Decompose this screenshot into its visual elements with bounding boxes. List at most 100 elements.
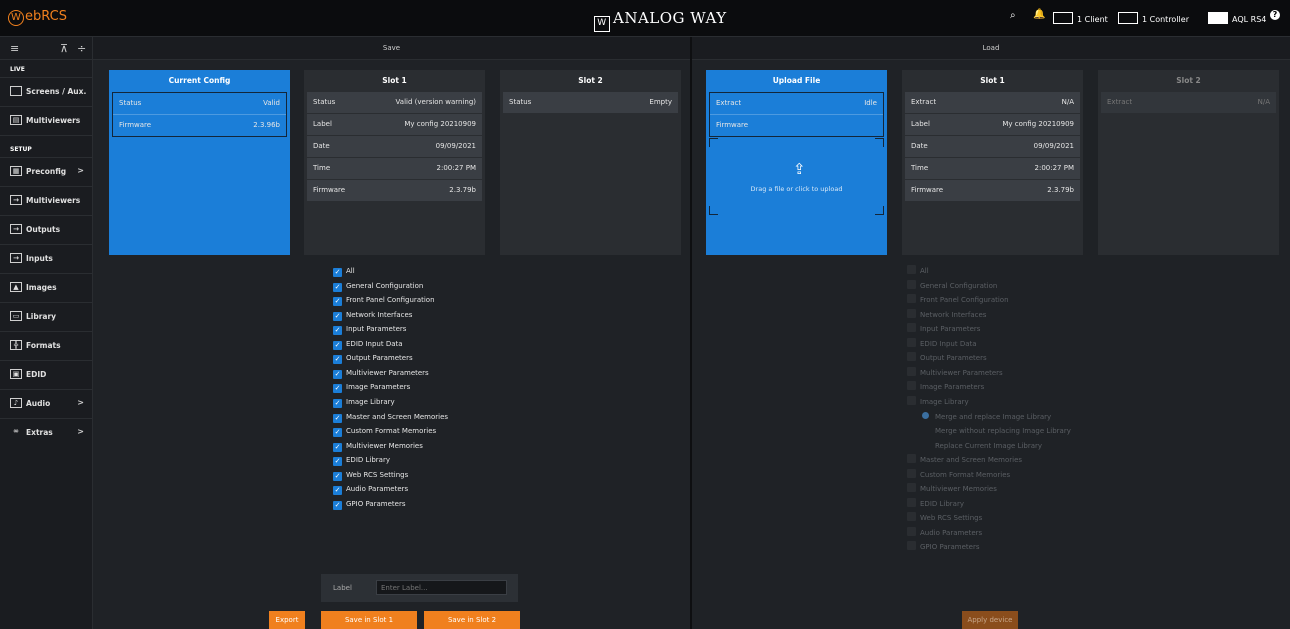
load-checkbox[interactable]: GPIO Parameters [907, 541, 980, 553]
load-checkbox[interactable]: General Configuration [907, 279, 997, 292]
save-slot1-button[interactable]: Save in Slot 1 [321, 611, 417, 629]
checkbox-unchecked-icon [907, 454, 916, 464]
checkbox-unchecked-icon [907, 497, 916, 507]
checkbox-unchecked-icon [907, 395, 916, 405]
webrcs-logo[interactable]: WebRCS [8, 9, 67, 26]
save-checkbox[interactable]: ✓ Multiviewer Memories [333, 440, 423, 452]
radio-unselected-icon [922, 441, 929, 448]
save-checkbox[interactable]: ✓ Network Interfaces [333, 309, 412, 321]
save-checkbox[interactable]: ✓ GPIO Parameters [333, 498, 406, 510]
apply-device-button[interactable]: Apply device [962, 611, 1018, 629]
device-icon [1208, 12, 1228, 24]
sidebar-item-extras[interactable]: ∞ Extras > [0, 418, 92, 447]
save-checkbox[interactable]: ✓ General Configuration [333, 280, 423, 292]
load-checkbox[interactable]: Master and Screen Memories [907, 454, 1022, 466]
sidebar-item-inputs[interactable]: → Inputs [0, 244, 92, 273]
split-icon[interactable]: ÷ [77, 42, 86, 55]
multiviewer-icon: ▤ [10, 115, 22, 125]
load-panel-title: Load [692, 37, 1290, 60]
load-checkbox[interactable]: Multiviewer Parameters [907, 366, 1003, 379]
save-checkbox[interactable]: ✓ Image Library [333, 396, 395, 408]
checkbox-checked-icon: ✓ [333, 457, 342, 467]
top-bar: WebRCS W ANALOG WAY ⌕ 🔔 1 Client 1 Contro… [0, 0, 1290, 37]
save-checkbox[interactable]: ✓ Audio Parameters [333, 483, 408, 496]
checkbox-label: EDID Input Data [920, 339, 977, 348]
preconfig-icon: ▦ [10, 166, 22, 176]
load-checkbox[interactable]: Input Parameters [907, 323, 980, 335]
controller-icon [1118, 12, 1138, 24]
input-icon: → [10, 253, 22, 263]
sidebar-item-formats[interactable]: ╬ Formats [0, 331, 92, 360]
radio-label: Merge and replace Image Library [935, 412, 1052, 421]
load-checkbox[interactable]: Image Parameters [907, 381, 984, 393]
edid-icon: ▣ [10, 369, 22, 379]
save-checkbox[interactable]: ✓ EDID Library [333, 454, 390, 467]
sidebar-item-edid[interactable]: ▣ EDID [0, 360, 92, 389]
notification-bell-icon[interactable]: 🔔 [1033, 9, 1045, 20]
save-checkbox[interactable]: ✓ Multiviewer Parameters [333, 367, 429, 379]
sidebar-item-library[interactable]: ▭ Library [0, 302, 92, 331]
sidebar-item-live-multiviewers[interactable]: ▤ Multiviewers [0, 106, 92, 135]
save-checkbox[interactable]: ✓ Image Parameters [333, 381, 410, 394]
sidebar-item-audio[interactable]: ♪ Audio > [0, 389, 92, 418]
upload-dropzone[interactable]: ⇪ Drag a file or click to upload [709, 138, 884, 215]
clients-indicator[interactable]: 1 Client [1053, 12, 1108, 24]
checkbox-label: Multiviewer Memories [920, 485, 997, 494]
sidebar-item-screens[interactable]: Screens / Aux. [0, 77, 92, 106]
load-checkbox[interactable]: EDID Library [907, 497, 964, 510]
checkbox-label: Front Panel Configuration [346, 296, 435, 305]
expand-icon[interactable]: ⊼ [60, 42, 68, 55]
label-input[interactable] [376, 580, 507, 595]
save-checkbox[interactable]: ✓ All [333, 265, 355, 277]
load-checkbox[interactable]: Web RCS Settings [907, 512, 982, 524]
save-checkbox[interactable]: ✓ Custom Format Memories [333, 425, 436, 438]
save-checkbox[interactable]: ✓ Output Parameters [333, 352, 413, 365]
upload-file-card[interactable]: Upload File Extract Idle Firmware ⇪ Drag … [706, 70, 887, 255]
load-checkbox[interactable]: Multiviewer Memories [907, 483, 997, 495]
save-slot1-card[interactable]: Slot 1 Status Valid (version warning) Lab… [304, 70, 485, 255]
search-icon[interactable]: ⌕ [1010, 10, 1016, 21]
load-checkbox[interactable]: Network Interfaces [907, 308, 986, 321]
checkbox-checked-icon: ✓ [333, 369, 342, 379]
save-slot2-button[interactable]: Save in Slot 2 [424, 611, 520, 629]
load-checkbox[interactable]: EDID Input Data [907, 337, 977, 350]
checkbox-label: GPIO Parameters [920, 543, 980, 552]
save-checkbox[interactable]: ✓ EDID Input Data [333, 338, 403, 350]
save-checkbox[interactable]: ✓ Master and Screen Memories [333, 411, 448, 423]
menu-toggle-icon[interactable]: ≡ [10, 42, 19, 55]
load-slot2-card[interactable]: Slot 2 Extract N/A [1098, 70, 1279, 255]
export-button[interactable]: Export [269, 611, 305, 629]
load-radio-option[interactable]: Replace Current Image Library [922, 440, 1042, 452]
load-checkbox[interactable]: All [907, 265, 929, 277]
load-slot1-card[interactable]: Slot 1 Extract N/A Label My config 2021090… [902, 70, 1083, 255]
radio-unselected-icon [922, 426, 929, 433]
device-indicator[interactable]: AQL RS4 [1208, 12, 1266, 24]
sidebar-item-outputs[interactable]: → Outputs [0, 215, 92, 244]
load-checkbox[interactable]: Output Parameters [907, 352, 987, 364]
controllers-indicator[interactable]: 1 Controller [1118, 12, 1189, 24]
checkbox-label: Master and Screen Memories [346, 412, 449, 421]
load-radio-option[interactable]: Merge without replacing Image Library [922, 425, 1071, 437]
save-checkbox[interactable]: ✓ Front Panel Configuration [333, 294, 435, 307]
load-checkbox[interactable]: Audio Parameters [907, 526, 982, 539]
checkbox-label: Multiviewer Parameters [920, 368, 1003, 377]
load-radio-option[interactable]: Merge and replace Image Library [922, 411, 1051, 423]
sidebar-item-images[interactable]: ▲ Images [0, 273, 92, 302]
checkbox-checked-icon: ✓ [333, 355, 342, 365]
checkbox-label: EDID Input Data [346, 339, 403, 348]
sidebar-item-multiviewers[interactable]: → Multiviewers [0, 186, 92, 215]
help-icon[interactable]: ? [1270, 10, 1280, 20]
sidebar-item-preconfig[interactable]: ▦ Preconfig > [0, 157, 92, 186]
checkbox-label: EDID Library [920, 499, 964, 508]
checkbox-label: Master and Screen Memories [920, 456, 1023, 465]
load-checkbox[interactable]: Image Library [907, 395, 969, 408]
save-checkbox[interactable]: ✓ Input Parameters [333, 323, 406, 336]
load-checkbox[interactable]: Custom Format Memories [907, 468, 1010, 481]
load-checkbox[interactable]: Front Panel Configuration [907, 294, 1009, 306]
save-slot2-card[interactable]: Slot 2 Status Empty [500, 70, 681, 255]
checkbox-unchecked-icon [907, 265, 916, 274]
screen-icon [10, 86, 22, 96]
format-icon: ╬ [10, 340, 22, 350]
save-checkbox[interactable]: ✓ Web RCS Settings [333, 469, 408, 481]
checkbox-unchecked-icon [907, 337, 916, 347]
